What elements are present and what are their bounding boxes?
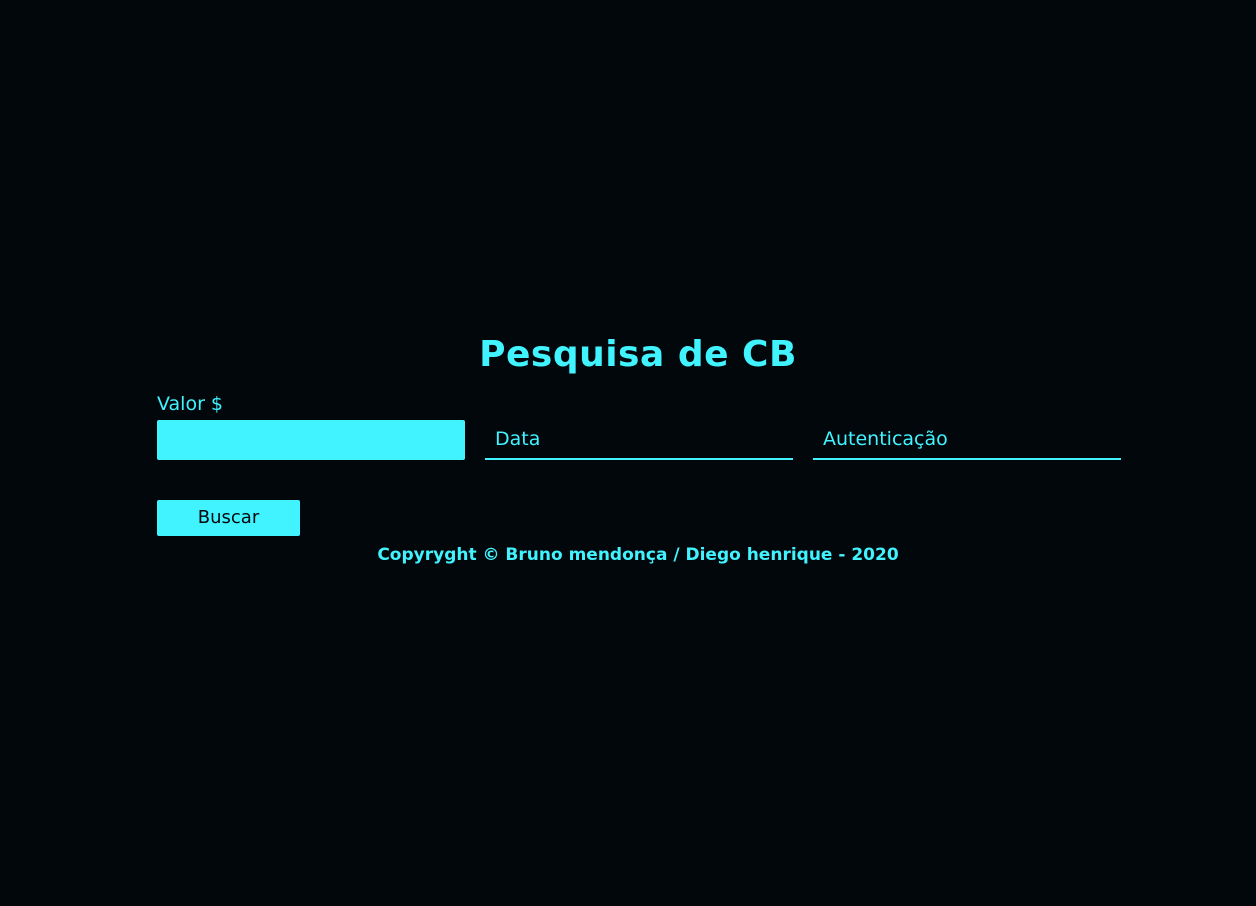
autenticacao-input[interactable]	[813, 420, 1121, 460]
footer-copyright: Copyryght © Bruno mendonça / Diego henri…	[377, 545, 899, 565]
valor-label: Valor $	[157, 393, 224, 415]
page: Pesquisa de CB Valor $ Buscar Copyryght …	[0, 0, 1256, 906]
valor-input[interactable]	[157, 420, 465, 460]
data-input[interactable]	[485, 420, 793, 460]
buscar-button[interactable]: Buscar	[157, 500, 300, 536]
page-title: Pesquisa de CB	[479, 334, 797, 375]
